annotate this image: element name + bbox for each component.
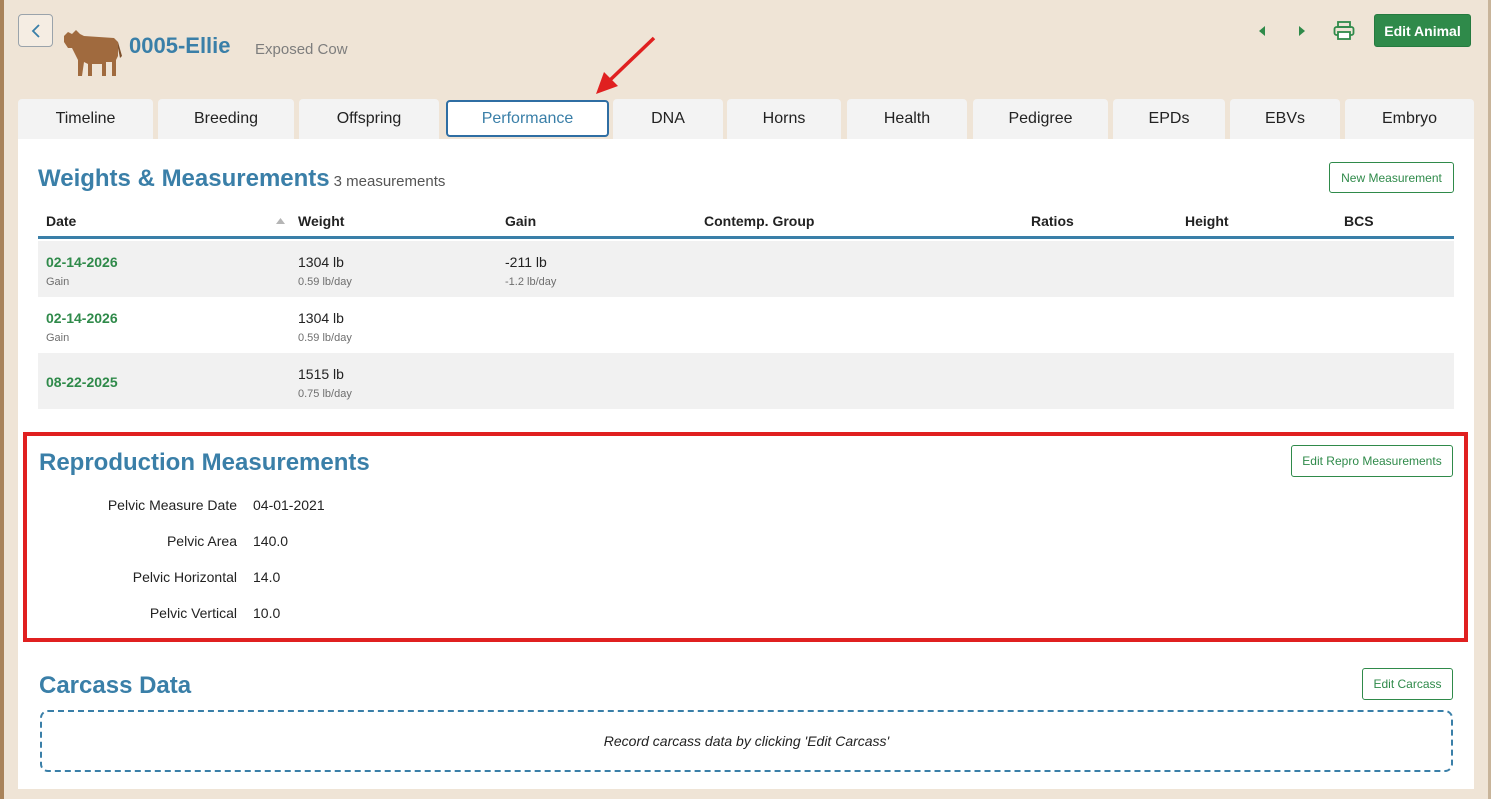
column-header-date[interactable]: Date [46,213,76,229]
row-date-link[interactable]: 02-14-2026 [46,310,118,326]
tab-performance[interactable]: Performance [446,100,609,137]
pelvic-measure-date-value: 04-01-2021 [253,497,325,513]
pelvic-vertical-label: Pelvic Vertical [149,605,237,621]
tab-health[interactable]: Health [847,99,967,139]
weights-section-title: Weights & Measurements 3 measurements [38,165,445,193]
edit-animal-button[interactable]: Edit Animal [1374,14,1471,47]
row-weight: 1304 lb [298,310,344,326]
cow-icon [64,30,122,76]
column-header-height[interactable]: Height [1185,213,1229,229]
pelvic-area-value: 140.0 [253,533,289,549]
column-header-ratios[interactable]: Ratios [1031,213,1074,229]
table-row[interactable]: 08-22-2025 1515 lb 0.75 lb/day [38,353,1454,409]
weights-table-header: Date Weight Gain Contemp. Group Ratios H… [38,201,1454,239]
tab-ebvs[interactable]: EBVs [1230,99,1340,139]
animal-status: Exposed Cow [255,41,348,58]
pelvic-area-label: Pelvic Area [166,533,237,549]
pelvic-measure-date-label: Pelvic Measure Date [107,497,237,513]
tab-bar: Timeline Breeding Offspring Performance … [18,99,1474,139]
tab-breeding[interactable]: Breeding [158,99,294,139]
carcass-section-title: Carcass Data [39,672,192,699]
tab-dna[interactable]: DNA [613,99,723,139]
caret-right-icon[interactable] [1294,22,1310,40]
back-button[interactable] [18,14,53,47]
pelvic-vertical-value: 10.0 [253,605,281,621]
tab-horns[interactable]: Horns [727,99,841,139]
column-header-weight[interactable]: Weight [298,213,344,229]
weights-title: Weights & Measurements [38,165,330,192]
row-weight-sub: 0.59 lb/day [298,332,352,344]
measurement-count: 3 measurements [333,173,446,190]
animal-name: 0005-Ellie [129,33,231,58]
row-weight-sub: 0.59 lb/day [298,276,352,288]
new-measurement-button[interactable]: New Measurement [1329,162,1454,193]
column-header-gain[interactable]: Gain [505,213,536,229]
row-gain-sub: -1.2 lb/day [505,276,557,288]
printer-icon[interactable] [1333,21,1355,41]
tab-pedigree[interactable]: Pedigree [973,99,1108,139]
row-gain: -211 lb [505,254,547,270]
row-weight: 1304 lb [298,254,344,270]
tab-embryo[interactable]: Embryo [1345,99,1474,139]
row-date-link[interactable]: 02-14-2026 [46,254,118,270]
caret-left-icon[interactable] [1254,22,1270,40]
row-weight: 1515 lb [298,366,344,382]
annotation-arrow-icon [596,36,656,94]
row-date-sub: Gain [46,276,70,288]
tab-timeline[interactable]: Timeline [18,99,153,139]
table-row[interactable]: 02-14-2026 Gain 1304 lb 0.59 lb/day -211… [38,241,1454,297]
tab-epds[interactable]: EPDs [1113,99,1225,139]
performance-panel: Weights & Measurements 3 measurements New… [18,139,1474,789]
repro-section-title: Reproduction Measurements [39,449,370,476]
column-header-bcs[interactable]: BCS [1344,213,1374,229]
row-date-link[interactable]: 08-22-2025 [46,374,118,390]
row-weight-sub: 0.75 lb/day [298,388,352,400]
row-date-sub: Gain [46,332,70,344]
carcass-empty-state: Record carcass data by clicking 'Edit Ca… [40,710,1453,772]
sort-ascending-icon[interactable] [276,218,285,224]
tab-offspring[interactable]: Offspring [299,99,439,139]
pelvic-horizontal-label: Pelvic Horizontal [132,569,237,585]
pelvic-horizontal-value: 14.0 [253,569,281,585]
column-header-contemp-group[interactable]: Contemp. Group [704,213,814,229]
edit-repro-measurements-button[interactable]: Edit Repro Measurements [1291,445,1453,477]
table-row[interactable]: 02-14-2026 Gain 1304 lb 0.59 lb/day [38,297,1454,353]
edit-carcass-button[interactable]: Edit Carcass [1362,668,1453,700]
window-edge-left [0,0,4,799]
chevron-left-icon [31,23,40,38]
